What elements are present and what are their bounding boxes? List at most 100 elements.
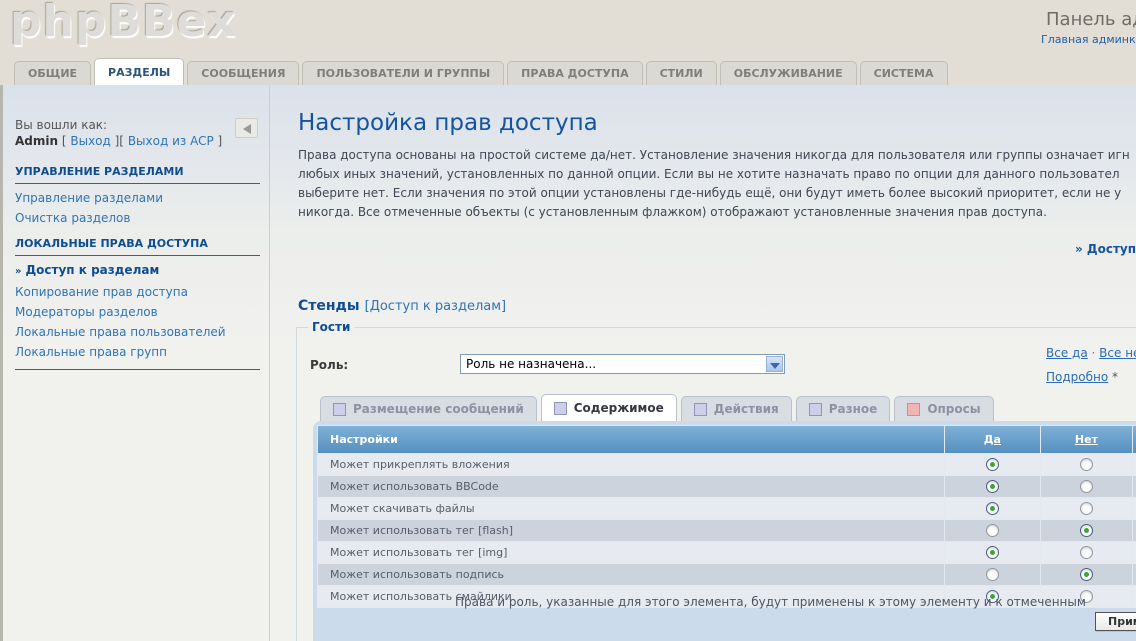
yes-cell bbox=[945, 564, 1041, 585]
tab-status-icon bbox=[554, 402, 567, 415]
yes-cell bbox=[945, 542, 1041, 563]
tab-users-groups[interactable]: ПОЛЬЗОВАТЕЛИ И ГРУППЫ bbox=[302, 61, 504, 85]
intro-text: Права доступа основаны на простой систем… bbox=[298, 146, 1130, 222]
bracket: [ bbox=[58, 134, 70, 148]
permissions-table: Настройки Да Нет Может прикреплять вложе… bbox=[317, 425, 1136, 608]
yes-column-header: Да bbox=[945, 426, 1041, 453]
sidebar: Вы вошли как: Admin [ Выход ][ Выход из … bbox=[3, 85, 270, 641]
radio-no[interactable] bbox=[1080, 502, 1093, 515]
perm-tab-content[interactable]: Содержимое bbox=[541, 394, 677, 421]
main-nav-tabs: ОБЩИЕ РАЗДЕЛЫ СООБЩЕНИЯ ПОЛЬЗОВАТЕЛИ И Г… bbox=[0, 59, 1136, 85]
permission-label: Может использовать тег [flash] bbox=[318, 520, 944, 541]
phpbbex-logo[interactable]: phpBBex bbox=[10, 0, 237, 47]
forum-access-jump-link[interactable]: » Доступ к разделам bbox=[1075, 242, 1136, 256]
radio-yes[interactable] bbox=[986, 480, 999, 493]
apply-note: Права и роль, указанные для этого элемен… bbox=[455, 595, 1086, 609]
all-yes-link[interactable]: Все да bbox=[1046, 346, 1088, 360]
sidebar-item-forum-moderators[interactable]: Модераторы разделов bbox=[15, 302, 260, 322]
apply-button[interactable]: Применить bbox=[1095, 612, 1136, 631]
asterisk: * bbox=[1112, 370, 1118, 384]
permission-label: Может использовать подпись bbox=[318, 564, 944, 585]
permission-label: Может прикреплять вложения bbox=[318, 454, 944, 475]
table-row: Может скачивать файлы bbox=[318, 498, 1136, 519]
no-column-header: Нет bbox=[1041, 426, 1132, 453]
permission-type-label: [Доступ к разделам] bbox=[365, 299, 506, 314]
permission-label: Может использовать тег [img] bbox=[318, 542, 944, 563]
sidebar-item-forum-access[interactable]: »Доступ к разделам bbox=[15, 260, 260, 282]
radio-yes[interactable] bbox=[986, 502, 999, 515]
no-cell bbox=[1041, 476, 1132, 497]
sidebar-item-group-permissions[interactable]: Локальные права групп bbox=[15, 342, 260, 362]
sidebar-item-manage-forums[interactable]: Управление разделами bbox=[15, 188, 260, 208]
menu-divider bbox=[15, 369, 260, 370]
collapse-sidebar-button[interactable] bbox=[235, 118, 258, 138]
no-cell bbox=[1041, 520, 1132, 541]
main-admin-link[interactable]: Главная админка bbox=[1041, 33, 1136, 46]
radio-no[interactable] bbox=[1080, 546, 1093, 559]
no-column-link[interactable]: Нет bbox=[1075, 433, 1098, 446]
perm-tab-polls[interactable]: Опросы bbox=[894, 396, 993, 421]
tab-forums[interactable]: РАЗДЕЛЫ bbox=[94, 58, 184, 85]
radio-no[interactable] bbox=[1080, 458, 1093, 471]
no-cell bbox=[1041, 564, 1132, 585]
table-row: Может использовать BBCode bbox=[318, 476, 1136, 497]
tab-permissions[interactable]: ПРАВА ДОСТУПА bbox=[507, 61, 642, 85]
radio-yes[interactable] bbox=[986, 458, 999, 471]
perm-tab-actions[interactable]: Действия bbox=[681, 396, 792, 421]
intro-line: Права доступа основаны на простой систем… bbox=[298, 146, 1130, 165]
sidebar-item-user-permissions[interactable]: Локальные права пользователей bbox=[15, 322, 260, 342]
radio-no[interactable] bbox=[1080, 568, 1093, 581]
select-arrow-button[interactable] bbox=[766, 356, 783, 372]
table-row: Может использовать тег [flash] bbox=[318, 520, 1136, 541]
forum-name: Стенды bbox=[298, 298, 360, 314]
advanced-link-row: Подробно * bbox=[1046, 370, 1118, 384]
menu-section-title: УПРАВЛЕНИЕ РАЗДЕЛАМИ bbox=[15, 165, 260, 184]
no-cell bbox=[1041, 542, 1132, 563]
yes-column-link[interactable]: Да bbox=[984, 433, 1001, 446]
table-row: Может использовать тег [img] bbox=[318, 542, 1136, 563]
logout-link[interactable]: Выход bbox=[70, 134, 110, 148]
intro-line: никогда. Все отмеченные объекты (с устан… bbox=[298, 203, 1130, 222]
permission-label: Может скачивать файлы bbox=[318, 498, 944, 519]
yes-cell bbox=[945, 520, 1041, 541]
perm-tab-misc[interactable]: Разное bbox=[796, 396, 891, 421]
bracket: ][ bbox=[111, 134, 128, 148]
left-triangle-icon bbox=[243, 124, 251, 134]
radio-no[interactable] bbox=[1080, 480, 1093, 493]
active-item-arrow-icon: » bbox=[15, 266, 21, 277]
permission-label: Может использовать BBCode bbox=[318, 476, 944, 497]
table-row: Может использовать подпись bbox=[318, 564, 1136, 585]
tab-system[interactable]: СИСТЕМА bbox=[860, 61, 948, 85]
role-select-value: Роль не назначена... bbox=[466, 357, 596, 371]
acp-page: phpBBex Панель администратора Главная ад… bbox=[0, 0, 1136, 641]
dot-separator: · bbox=[1092, 346, 1096, 360]
bracket: ] bbox=[214, 134, 223, 148]
logged-in-label: Вы вошли как: bbox=[15, 118, 107, 132]
no-cell bbox=[1041, 498, 1132, 519]
forum-section-heading: Стенды [Доступ к разделам] bbox=[298, 295, 506, 314]
header: phpBBex Панель администратора Главная ад… bbox=[0, 0, 1136, 59]
tab-posting[interactable]: СООБЩЕНИЯ bbox=[187, 61, 299, 85]
table-row: Может прикреплять вложения bbox=[318, 454, 1136, 475]
quick-set-links: Все да · Все нет bbox=[1046, 346, 1136, 360]
tab-status-red-icon bbox=[907, 403, 920, 416]
sidebar-item-prune-forums[interactable]: Очистка разделов bbox=[15, 208, 260, 228]
all-no-link[interactable]: Все нет bbox=[1099, 346, 1136, 360]
radio-yes[interactable] bbox=[986, 546, 999, 559]
sidebar-item-copy-permissions[interactable]: Копирование прав доступа bbox=[15, 282, 260, 302]
advanced-link[interactable]: Подробно bbox=[1046, 370, 1108, 384]
sidebar-menu-local-permissions: ЛОКАЛЬНЫЕ ПРАВА ДОСТУПА »Доступ к раздел… bbox=[15, 237, 260, 370]
intro-line: любых иных значений, установленных по да… bbox=[298, 165, 1130, 184]
logout-acp-link[interactable]: Выход из ACP bbox=[128, 134, 214, 148]
radio-yes[interactable] bbox=[986, 568, 999, 581]
tab-general[interactable]: ОБЩИЕ bbox=[14, 61, 91, 85]
perm-tab-posting[interactable]: Размещение сообщений bbox=[320, 396, 537, 421]
role-select[interactable]: Роль не назначена... bbox=[460, 354, 785, 374]
radio-yes[interactable] bbox=[986, 524, 999, 537]
settings-column-header: Настройки bbox=[318, 426, 944, 453]
fieldset-legend: Гости bbox=[308, 320, 354, 334]
radio-no[interactable] bbox=[1080, 524, 1093, 537]
page-title: Настройка прав доступа bbox=[298, 110, 598, 136]
tab-maintenance[interactable]: ОБСЛУЖИВАНИЕ bbox=[720, 61, 857, 85]
tab-styles[interactable]: СТИЛИ bbox=[646, 61, 717, 85]
